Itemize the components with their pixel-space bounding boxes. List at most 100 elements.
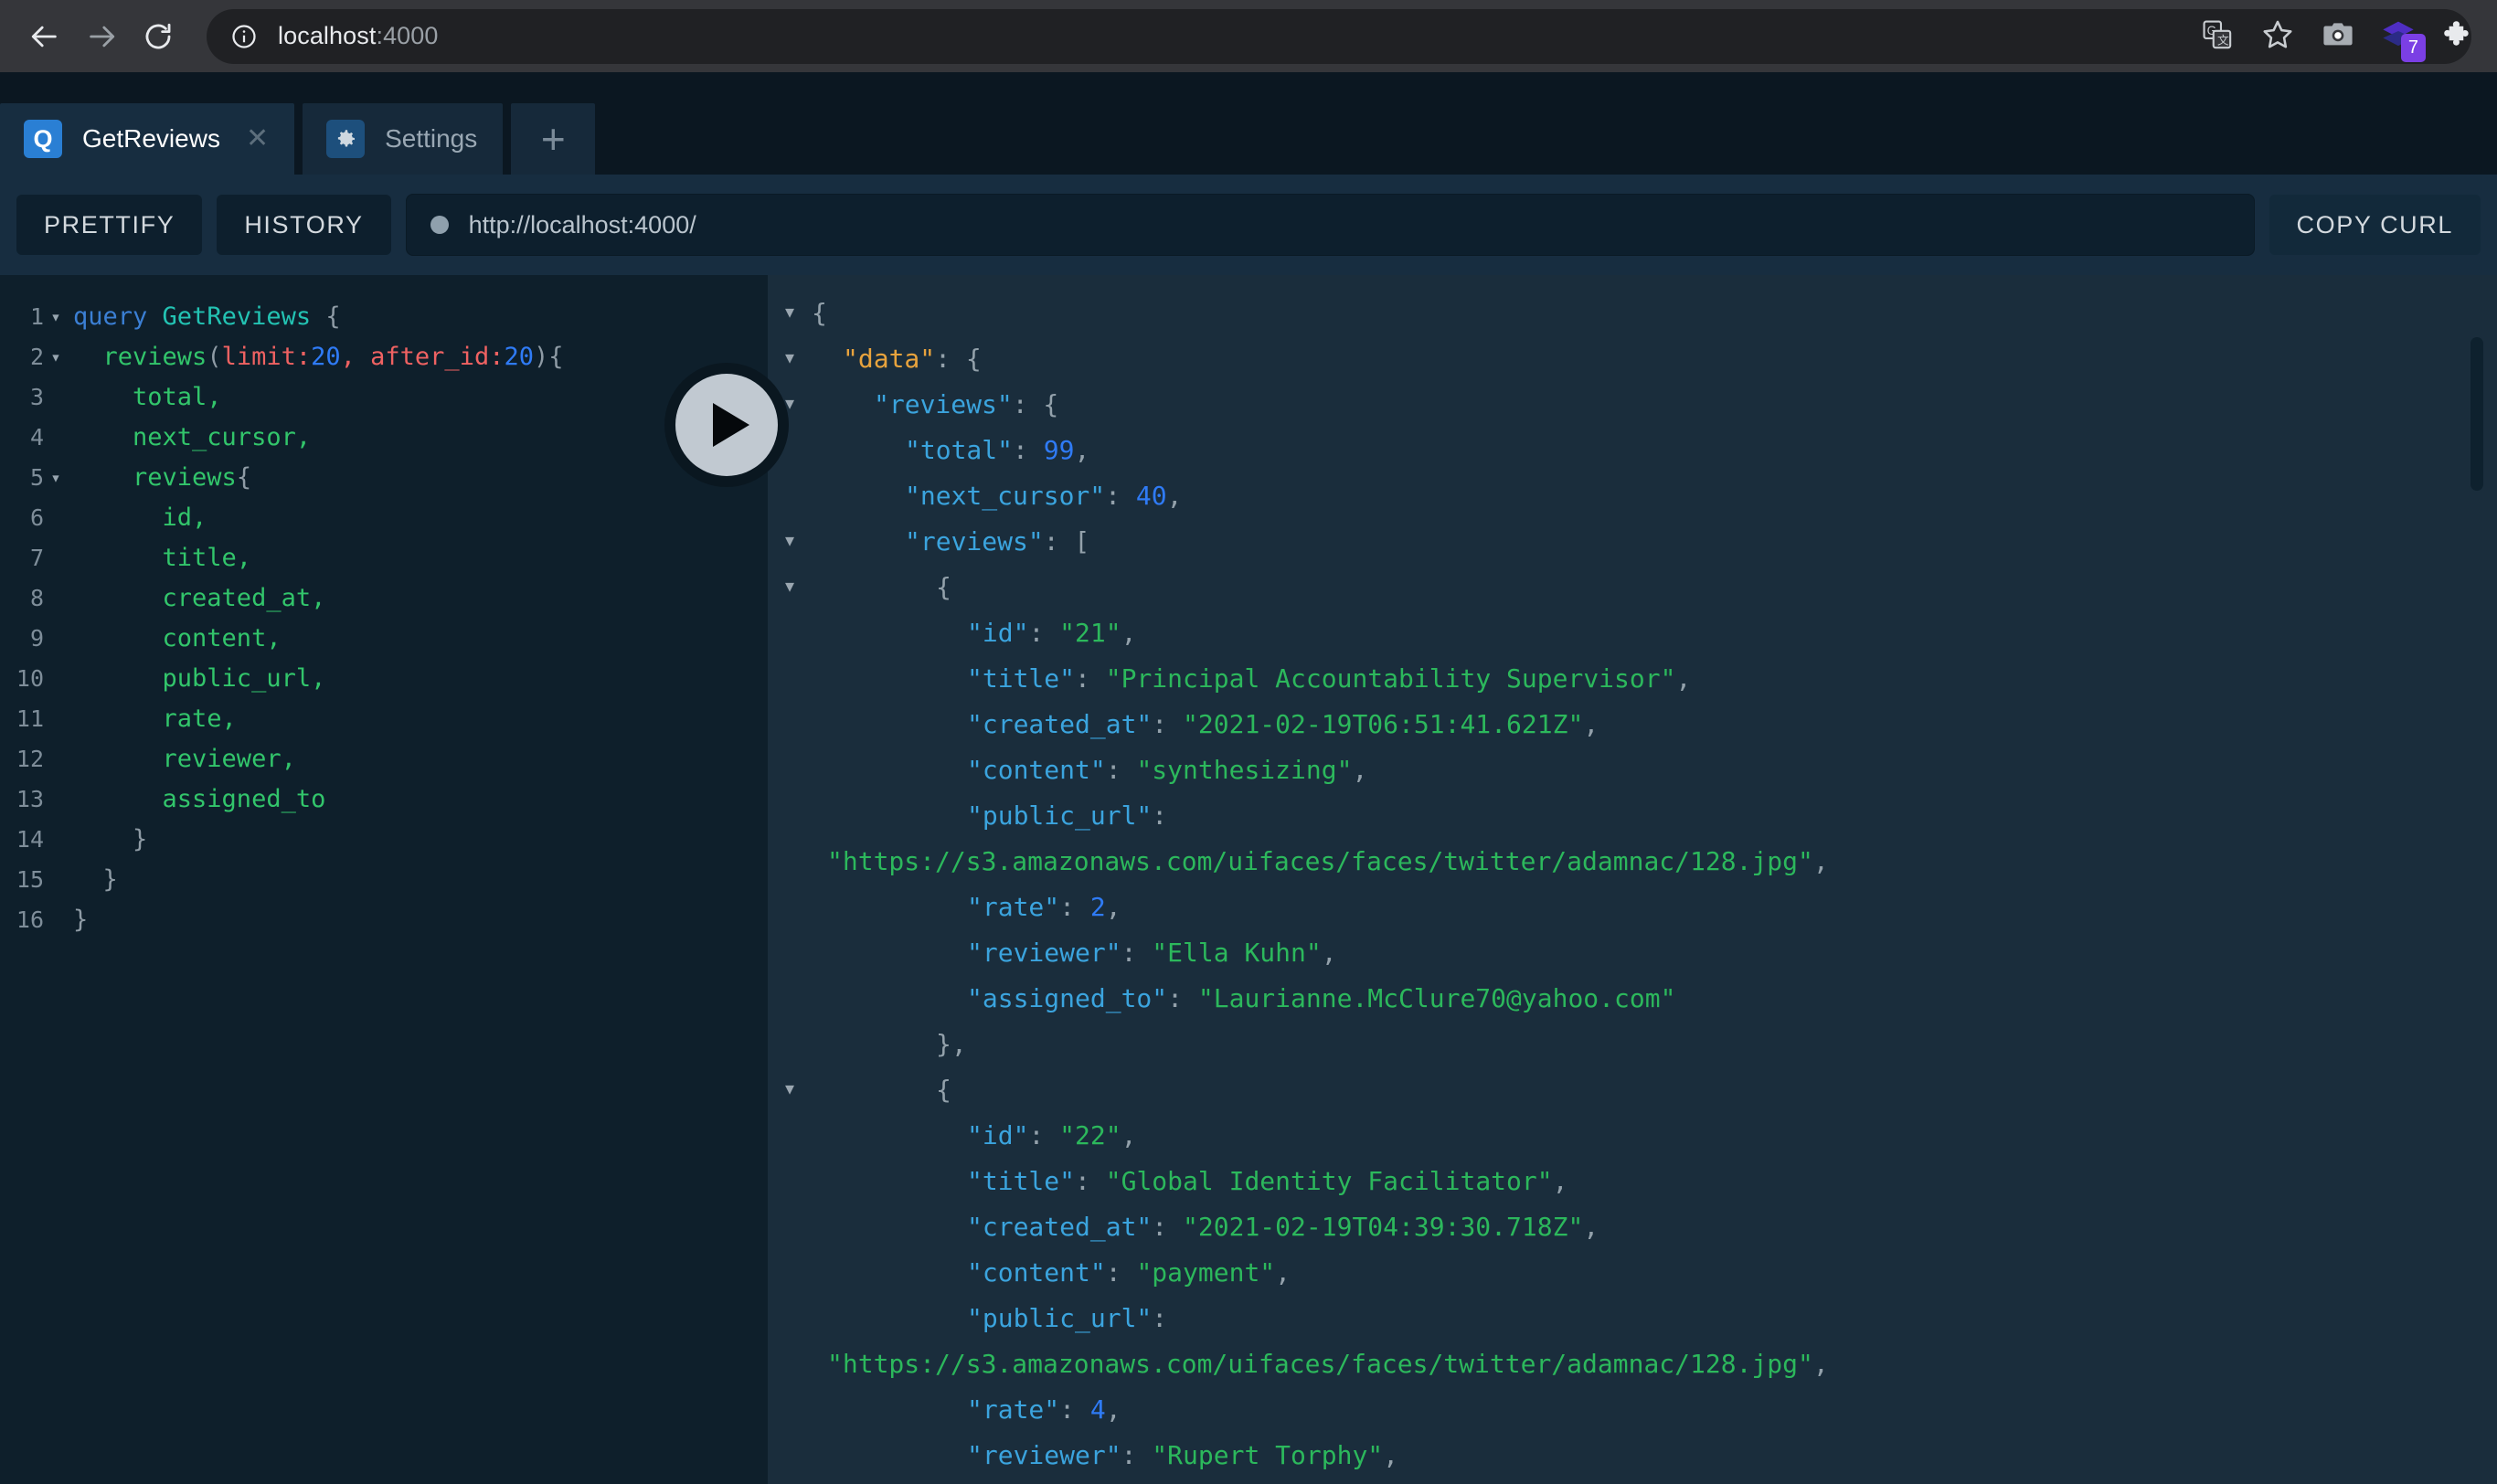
json-token: : <box>1028 617 1060 648</box>
code-token: reviews <box>102 343 207 371</box>
json-token: "next_cursor" <box>905 480 1106 511</box>
json-token: : <box>1105 480 1136 511</box>
editor-code: total, <box>68 377 222 418</box>
new-tab-button[interactable]: + <box>511 103 596 175</box>
result-line: ▾{ <box>768 290 2497 335</box>
result-code: }, <box>812 1029 967 1059</box>
code-token: title, <box>73 544 252 572</box>
editor-code: reviews{ <box>68 458 251 498</box>
json-token: , <box>1583 708 1599 739</box>
back-button[interactable] <box>16 8 73 65</box>
json-token: { <box>936 571 951 602</box>
endpoint-url-text: http://localhost:4000/ <box>468 210 696 238</box>
code-token: , <box>340 343 371 371</box>
extensions-button[interactable] <box>2433 11 2484 62</box>
json-token: , <box>1105 891 1121 922</box>
copy-curl-button[interactable]: COPY CURL <box>2269 195 2481 255</box>
editor-line: 10 public_url, <box>0 659 768 699</box>
result-code: "created_at": "2021-02-19T06:51:41.621Z"… <box>812 709 1599 739</box>
result-code: "reviews": { <box>812 389 1058 419</box>
line-number: 12 <box>16 746 44 772</box>
editor-code: rate, <box>68 699 237 739</box>
json-token: { <box>936 1074 951 1105</box>
json-token: "https://s3.amazonaws.com/uifaces/faces/… <box>827 1348 1813 1379</box>
history-button[interactable]: HISTORY <box>217 195 391 255</box>
result-code: "title": "Global Identity Facilitator", <box>812 1166 1567 1196</box>
tab-settings-label: Settings <box>385 124 478 153</box>
result-line: "public_url": <box>768 1295 2497 1341</box>
result-line: ▾ "reviews": { <box>768 381 2497 427</box>
result-viewer[interactable]: ▾{▾ "data": {▾ "reviews": {"total": 99, "ne… <box>768 275 2497 1484</box>
forward-button[interactable] <box>73 8 130 65</box>
fold-toggle-icon[interactable]: ▾ <box>768 335 812 381</box>
result-code: "reviews": [ <box>812 526 1089 556</box>
layers-extension-badge: 7 <box>2400 34 2426 62</box>
fold-toggle-icon[interactable]: ▾ <box>768 290 812 335</box>
endpoint-status-dot <box>430 216 449 234</box>
result-line: "title": "Principal Accountability Super… <box>768 655 2497 701</box>
result-line: "created_at": "2021-02-19T04:39:30.718Z"… <box>768 1203 2497 1249</box>
result-scrollbar[interactable] <box>2470 337 2483 491</box>
result-line: "content": "synthesizing", <box>768 747 2497 792</box>
execute-query-button[interactable] <box>664 363 789 487</box>
reload-button[interactable] <box>130 8 186 65</box>
json-token: "reviews" <box>874 388 1013 419</box>
result-line: "https://s3.amazonaws.com/uifaces/faces/… <box>768 838 2497 884</box>
result-line: }, <box>768 1021 2497 1066</box>
editor-code: } <box>68 900 88 940</box>
info-circle-icon[interactable] <box>230 23 258 50</box>
json-token: : <box>1152 800 1168 831</box>
layers-extension-button[interactable]: 7 <box>2373 11 2426 62</box>
fold-toggle-icon[interactable]: ▾ <box>768 1066 812 1112</box>
result-code: "https://s3.amazonaws.com/uifaces/faces/… <box>812 1349 1829 1379</box>
code-token: id, <box>73 504 207 532</box>
json-token: : <box>1121 1439 1153 1470</box>
result-line: "id": "22", <box>768 1112 2497 1158</box>
json-token: : <box>1075 1165 1106 1196</box>
tab-settings[interactable]: Settings <box>303 103 504 175</box>
code-token: 20 <box>504 343 534 371</box>
json-token: , <box>1166 480 1183 511</box>
fold-toggle-icon[interactable]: ▾ <box>44 337 68 377</box>
fold-toggle-icon[interactable]: ▾ <box>44 297 68 337</box>
code-token: limit: <box>221 343 312 371</box>
address-bar[interactable]: localhost:4000 <box>207 8 2471 64</box>
line-number: 1 <box>29 303 44 330</box>
result-line: "reviewer": "Ella Kuhn", <box>768 929 2497 975</box>
result-code: "reviewer": "Ella Kuhn", <box>812 938 1337 968</box>
line-number: 13 <box>16 786 44 812</box>
bookmark-button[interactable] <box>2252 11 2303 62</box>
fold-toggle-icon[interactable]: ▾ <box>768 564 812 610</box>
fold-toggle-icon[interactable]: ▾ <box>768 518 812 564</box>
result-line: "rate": 4, <box>768 1386 2497 1432</box>
result-line: ▾{ <box>768 1066 2497 1112</box>
star-icon <box>2261 18 2294 56</box>
json-token: : [ <box>1043 525 1090 556</box>
json-token: , <box>1812 1348 1829 1379</box>
json-token: "Global Identity Facilitator" <box>1105 1165 1553 1196</box>
result-line: "assigned_to": "Levi.Kulas@yahoo.com" <box>768 1478 2497 1484</box>
tab-getreviews-label: GetReviews <box>82 124 220 153</box>
json-token: , <box>1074 434 1090 465</box>
json-token: "title" <box>967 662 1076 694</box>
fold-toggle-icon[interactable]: ▾ <box>44 458 68 498</box>
query-editor[interactable]: 1 ▾ query GetReviews {2 ▾ reviews(limit:20,… <box>0 275 768 1484</box>
json-token: "id" <box>967 617 1029 648</box>
json-token: : <box>1013 434 1044 465</box>
prettify-button[interactable]: PRETTIFY <box>16 195 203 255</box>
arrow-right-icon <box>86 21 117 52</box>
editor-code: reviewer, <box>68 739 296 779</box>
result-line: "public_url": <box>768 792 2497 838</box>
tab-getreviews[interactable]: Q GetReviews ✕ <box>0 103 295 175</box>
json-token: "Principal Accountability Supervisor" <box>1105 662 1676 694</box>
address-bar-url: localhost:4000 <box>278 22 439 50</box>
result-code: "rate": 2, <box>812 892 1121 922</box>
endpoint-input[interactable]: http://localhost:4000/ <box>405 194 2255 256</box>
json-token: 99 <box>1043 434 1075 465</box>
screenshot-button[interactable] <box>2312 11 2364 62</box>
close-icon[interactable]: ✕ <box>246 125 269 153</box>
translate-button[interactable]: G 文 <box>2192 11 2243 62</box>
json-token: "content" <box>967 754 1106 785</box>
json-token: "reviewer" <box>967 937 1121 968</box>
